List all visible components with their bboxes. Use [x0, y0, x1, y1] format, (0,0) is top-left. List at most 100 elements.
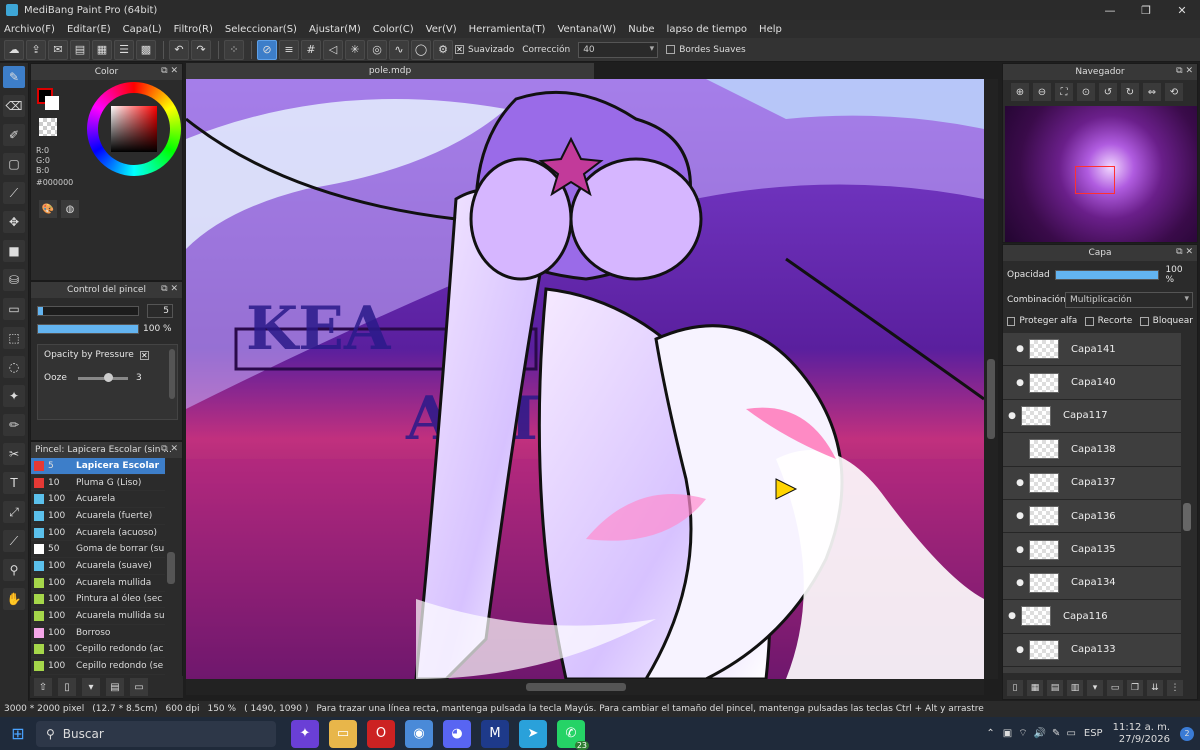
curve-snap-icon[interactable]: ∿: [389, 39, 409, 60]
telegram-icon[interactable]: ➤: [519, 719, 547, 748]
rectangle-tool-icon[interactable]: ▢: [3, 153, 25, 175]
cloud-icon[interactable]: ☁: [4, 39, 24, 60]
copilot-icon[interactable]: ✦: [291, 719, 319, 748]
layer-visibility-icon[interactable]: ●: [1011, 378, 1029, 388]
brush-list-item[interactable]: 10 Pluma G (Liso): [31, 475, 165, 492]
layer-visibility-icon[interactable]: ●: [1011, 344, 1029, 354]
layer-row[interactable]: ● Capa134: [1003, 566, 1181, 601]
operation-tool-icon[interactable]: ⤢: [3, 501, 25, 523]
selection-dots-icon[interactable]: ⁘: [224, 39, 244, 60]
correccion-dropdown[interactable]: 40: [578, 41, 659, 58]
eyedropper-tool-icon[interactable]: ⚲: [3, 559, 25, 581]
tray-overflow-icon[interactable]: ⌃: [986, 728, 994, 739]
rotate-right-icon[interactable]: ↻: [1121, 83, 1139, 101]
brush-list-item[interactable]: 50 Goma de borrar (su: [31, 541, 165, 559]
redo-icon[interactable]: ↷: [191, 39, 211, 60]
brush-properties-icon[interactable]: ▤: [106, 678, 124, 696]
canvas-vertical-scrollbar[interactable]: [984, 79, 998, 679]
minimize-button[interactable]: —: [1092, 0, 1128, 20]
lasso-tool-icon[interactable]: ◌: [3, 356, 25, 378]
layer-visibility-icon[interactable]: ●: [1011, 578, 1029, 588]
zoom-in-icon[interactable]: ⊕: [1011, 83, 1029, 101]
suavizado-checkbox[interactable]: [455, 45, 464, 54]
brush-upload-icon[interactable]: ⇧: [34, 678, 52, 696]
close-button[interactable]: ✕: [1164, 0, 1200, 20]
undo-icon[interactable]: ↶: [169, 39, 189, 60]
brush-list-scrollbar[interactable]: [167, 552, 175, 584]
whatsapp-icon[interactable]: ✆ 23: [557, 719, 589, 750]
menu-capa[interactable]: Capa(L): [123, 24, 162, 35]
background-color-swatch[interactable]: [45, 96, 59, 110]
brush-list-item[interactable]: 100 Acuarela (fuerte): [31, 508, 165, 525]
brush-list-item[interactable]: 100 Acuarela mullida: [31, 575, 165, 592]
gradient-tool-icon[interactable]: ▭: [3, 298, 25, 320]
eraser-tool-icon[interactable]: ⌫: [3, 95, 25, 117]
brush-size-slider[interactable]: [37, 306, 139, 316]
ooze-slider[interactable]: [78, 372, 128, 382]
layer-visibility-icon[interactable]: ●: [1011, 545, 1029, 555]
snap-off-icon[interactable]: ⊘: [257, 39, 277, 60]
brush-list-item[interactable]: 100 Acuarela (acuoso): [31, 525, 165, 542]
move-tool-icon[interactable]: ✥: [3, 211, 25, 233]
palette-icon[interactable]: 🎨: [39, 200, 57, 218]
clipping-checkbox[interactable]: [1085, 316, 1094, 326]
document-tab[interactable]: pole.mdp: [186, 63, 594, 79]
layer-visibility-icon[interactable]: ●: [1011, 478, 1029, 488]
transparent-color-swatch[interactable]: [39, 118, 57, 136]
panel-close-icon[interactable]: ⧉ ✕: [161, 444, 178, 454]
magic-wand-tool-icon[interactable]: ✦: [3, 385, 25, 407]
circle-snap-icon[interactable]: ◯: [411, 39, 431, 60]
fill-shape-tool-icon[interactable]: ■: [3, 240, 25, 262]
brush-list-item[interactable]: 100 Cepillo redondo (se: [31, 658, 165, 675]
brush-list-item[interactable]: 100 Cepillo redondo (ac: [31, 642, 165, 659]
merge-down-icon[interactable]: ⇊: [1147, 680, 1163, 696]
brush-size-value[interactable]: 5: [147, 304, 173, 318]
menu-ver[interactable]: Ver(V): [426, 24, 457, 35]
zoom-out-icon[interactable]: ⊖: [1033, 83, 1051, 101]
medibang-icon[interactable]: ◉: [405, 719, 433, 748]
radial-snap-icon[interactable]: ✳: [345, 39, 365, 60]
language-indicator[interactable]: ESP: [1084, 728, 1103, 739]
menu-archivo[interactable]: Archivo(F): [4, 24, 55, 35]
menu-seleccionar[interactable]: Seleccionar(S): [225, 24, 297, 35]
layer-row[interactable]: ● Capa116: [1003, 600, 1181, 634]
clock[interactable]: 11:12 a. m. 27/9/2026: [1113, 722, 1170, 746]
network-icon[interactable]: ⌔: [1018, 727, 1027, 740]
layer-row[interactable]: ● Capa133: [1003, 633, 1181, 667]
layer-visibility-icon[interactable]: ●: [1003, 611, 1021, 621]
layer-opacity-slider[interactable]: [1055, 270, 1160, 280]
new-layer-icon[interactable]: ▯: [1007, 680, 1023, 696]
page-icon[interactable]: ▦: [92, 39, 112, 60]
layer-list-scrollbar[interactable]: [1183, 503, 1191, 531]
menu-ajustar[interactable]: Ajustar(M): [309, 24, 361, 35]
parallel-snap-icon[interactable]: ≡: [279, 39, 299, 60]
lock-checkbox[interactable]: [1140, 316, 1149, 326]
actual-size-icon[interactable]: ⊙: [1077, 83, 1095, 101]
brush-tool-icon[interactable]: ✎: [3, 66, 25, 88]
opacity-by-pressure-checkbox[interactable]: [139, 350, 149, 360]
select-eraser-tool-icon[interactable]: ✂: [3, 443, 25, 465]
layer-row[interactable]: ● Capa135: [1003, 533, 1181, 567]
layer-row[interactable]: ● Capa117: [1003, 399, 1181, 434]
bordes-suaves-checkbox[interactable]: [666, 45, 676, 54]
add-layer-menu-icon[interactable]: ▾: [1087, 680, 1103, 696]
drawing-canvas[interactable]: KEA ART: [186, 79, 984, 679]
document-icon[interactable]: ▤: [70, 39, 90, 60]
grid-snap-icon[interactable]: #: [301, 39, 321, 60]
windows-start-icon[interactable]: ⊞: [0, 717, 36, 750]
perspective-snap-icon[interactable]: ◁: [323, 39, 343, 60]
taskbar-search[interactable]: ⚲ Buscar: [36, 720, 276, 747]
new-8bit-layer-icon[interactable]: ▤: [1047, 680, 1063, 696]
brush-folder-icon[interactable]: ▭: [130, 678, 148, 696]
brush-list-item[interactable]: 5 Lapicera Escolar: [31, 458, 165, 475]
layer-row[interactable]: Capa138: [1003, 433, 1181, 467]
discord-icon[interactable]: ◕: [443, 719, 471, 748]
reset-icon[interactable]: ⟲: [1165, 83, 1183, 101]
layer-menu-icon[interactable]: ⋮: [1167, 680, 1183, 696]
menu-editar[interactable]: Editar(E): [67, 24, 111, 35]
brush-list-item[interactable]: 100 Borroso: [31, 625, 165, 642]
settings-icon[interactable]: ⚙: [433, 39, 453, 60]
menu-ventana[interactable]: Ventana(W): [557, 24, 616, 35]
brush-list-item[interactable]: 100 Acuarela mullida sua: [31, 608, 165, 625]
notifications-icon[interactable]: 2: [1180, 726, 1194, 741]
